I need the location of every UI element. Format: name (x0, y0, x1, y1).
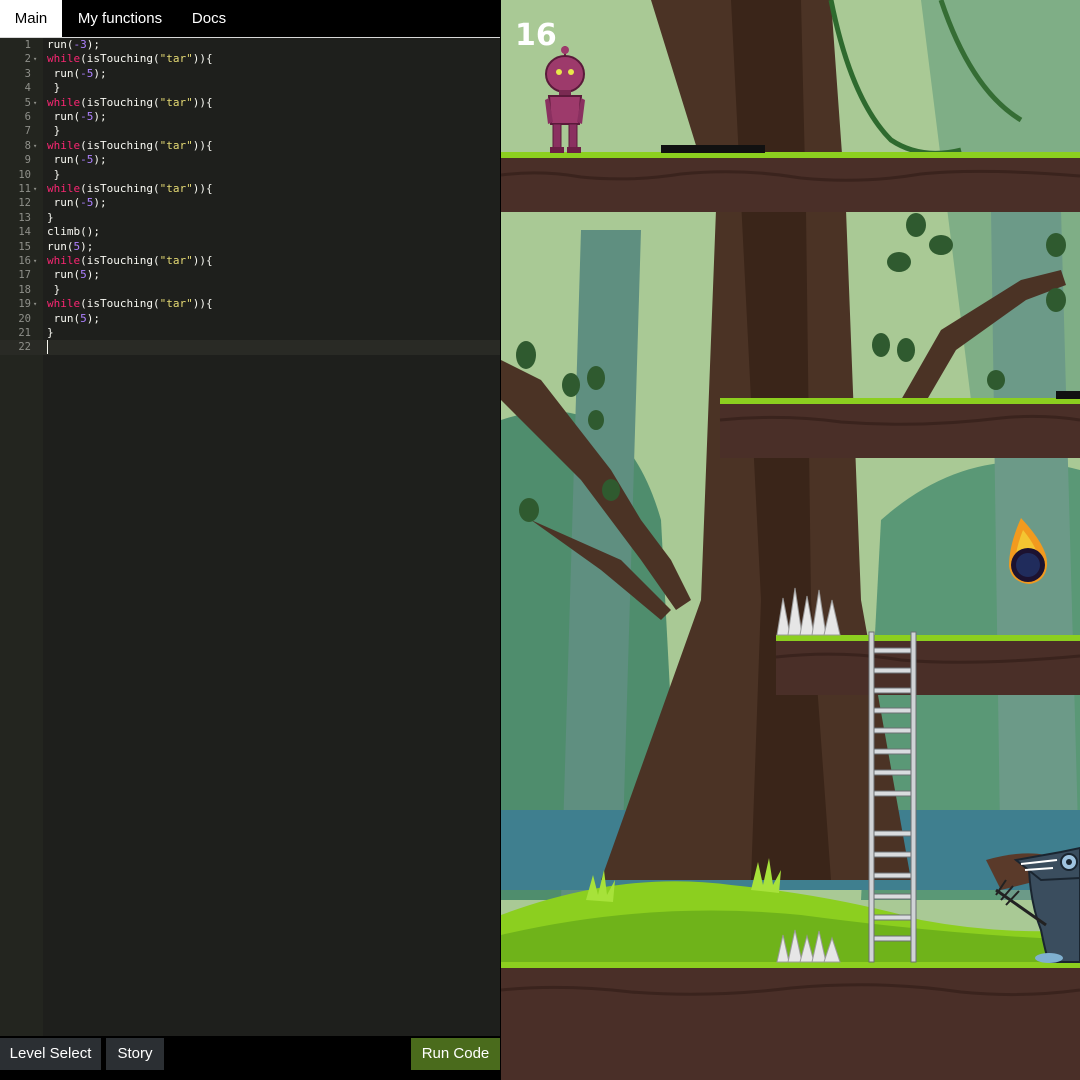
fold-arrow-icon[interactable]: ▾ (33, 52, 37, 66)
game-scene (501, 0, 1080, 1080)
code-text: } (47, 124, 61, 138)
fold-arrow-icon[interactable]: ▾ (33, 254, 37, 268)
code-line[interactable]: 22 (0, 340, 500, 355)
tab-my-functions[interactable]: My functions (62, 0, 178, 37)
fold-arrow-icon[interactable]: ▾ (33, 297, 37, 311)
line-number: 20 (18, 312, 31, 325)
line-number: 12 (18, 197, 31, 210)
line-number: 22 (18, 341, 31, 354)
code-text: run(-5); (47, 153, 107, 167)
code-text: run(-3); (47, 38, 100, 51)
fold-arrow-icon[interactable]: ▾ (33, 139, 37, 153)
code-text: while(isTouching("tar")){ (47, 52, 213, 66)
code-text: run(5); (47, 268, 100, 282)
line-number: 14 (18, 226, 31, 239)
level-select-button[interactable]: Level Select (0, 1038, 101, 1070)
game-viewport[interactable]: 16 (501, 0, 1080, 1080)
code-text: } (47, 81, 61, 95)
line-number: 18 (18, 283, 31, 296)
code-text: } (47, 326, 54, 339)
line-number: 3 (24, 67, 31, 80)
platform-top (501, 152, 1080, 212)
code-text: run(-5); (47, 66, 107, 80)
code-text: run(5); (47, 239, 94, 253)
code-text: } (47, 210, 54, 224)
platform-middle (719, 398, 1080, 458)
code-text: while(isTouching("tar")){ (47, 138, 213, 152)
editor-panel: Main My functions Docs 1 run(-3); 2 ▾ while(… (0, 0, 500, 1080)
code-text: while(isTouching("tar")){ (47, 254, 213, 267)
code-text (47, 340, 48, 355)
line-number: 11 (18, 183, 31, 195)
run-code-button[interactable]: Run Code (411, 1038, 500, 1070)
line-number: 21 (18, 327, 31, 339)
code-text: while(isTouching("tar")){ (47, 95, 213, 109)
code-text: while(isTouching("tar")){ (47, 297, 213, 311)
code-editor[interactable]: 1 run(-3); 2 ▾ while(isTouching("tar")){3 ru… (0, 38, 500, 1036)
tar-pit (661, 145, 765, 153)
story-button[interactable]: Story (106, 1038, 164, 1070)
line-number: 19 (18, 298, 31, 311)
line-number: 1 (24, 39, 31, 51)
tab-bar: Main My functions Docs (0, 0, 500, 38)
platform-lower (775, 635, 1080, 695)
line-number: 7 (24, 125, 31, 138)
line-number: 4 (24, 82, 31, 95)
line-number: 13 (18, 211, 31, 224)
code-text: climb(); (47, 225, 100, 239)
text-cursor (47, 340, 48, 355)
line-number: 15 (18, 240, 31, 253)
code-text: } (47, 167, 61, 181)
line-number: 6 (24, 111, 31, 123)
code-text: run(-5); (47, 196, 107, 210)
code-text: } (47, 282, 61, 296)
line-number: 8 (24, 139, 31, 152)
line-number: 5 (24, 96, 31, 109)
tar-pit-2 (1056, 391, 1080, 399)
line-number: 10 (18, 168, 31, 181)
code-text: while(isTouching("tar")){ (47, 182, 213, 195)
code-text: run(5); (47, 311, 100, 325)
line-number: 16 (18, 255, 31, 267)
fold-arrow-icon[interactable]: ▾ (33, 96, 37, 110)
ground (501, 962, 1080, 1080)
fold-arrow-icon[interactable]: ▾ (33, 182, 37, 196)
score-counter: 16 (515, 18, 557, 53)
line-number: 17 (18, 269, 31, 282)
code-text: run(-5); (47, 110, 107, 123)
tab-main[interactable]: Main (0, 0, 62, 37)
tab-docs[interactable]: Docs (178, 0, 240, 37)
line-number: 2 (24, 53, 31, 66)
bottom-toolbar: Level Select Story Run Code (0, 1036, 500, 1080)
line-number: 9 (24, 154, 31, 167)
